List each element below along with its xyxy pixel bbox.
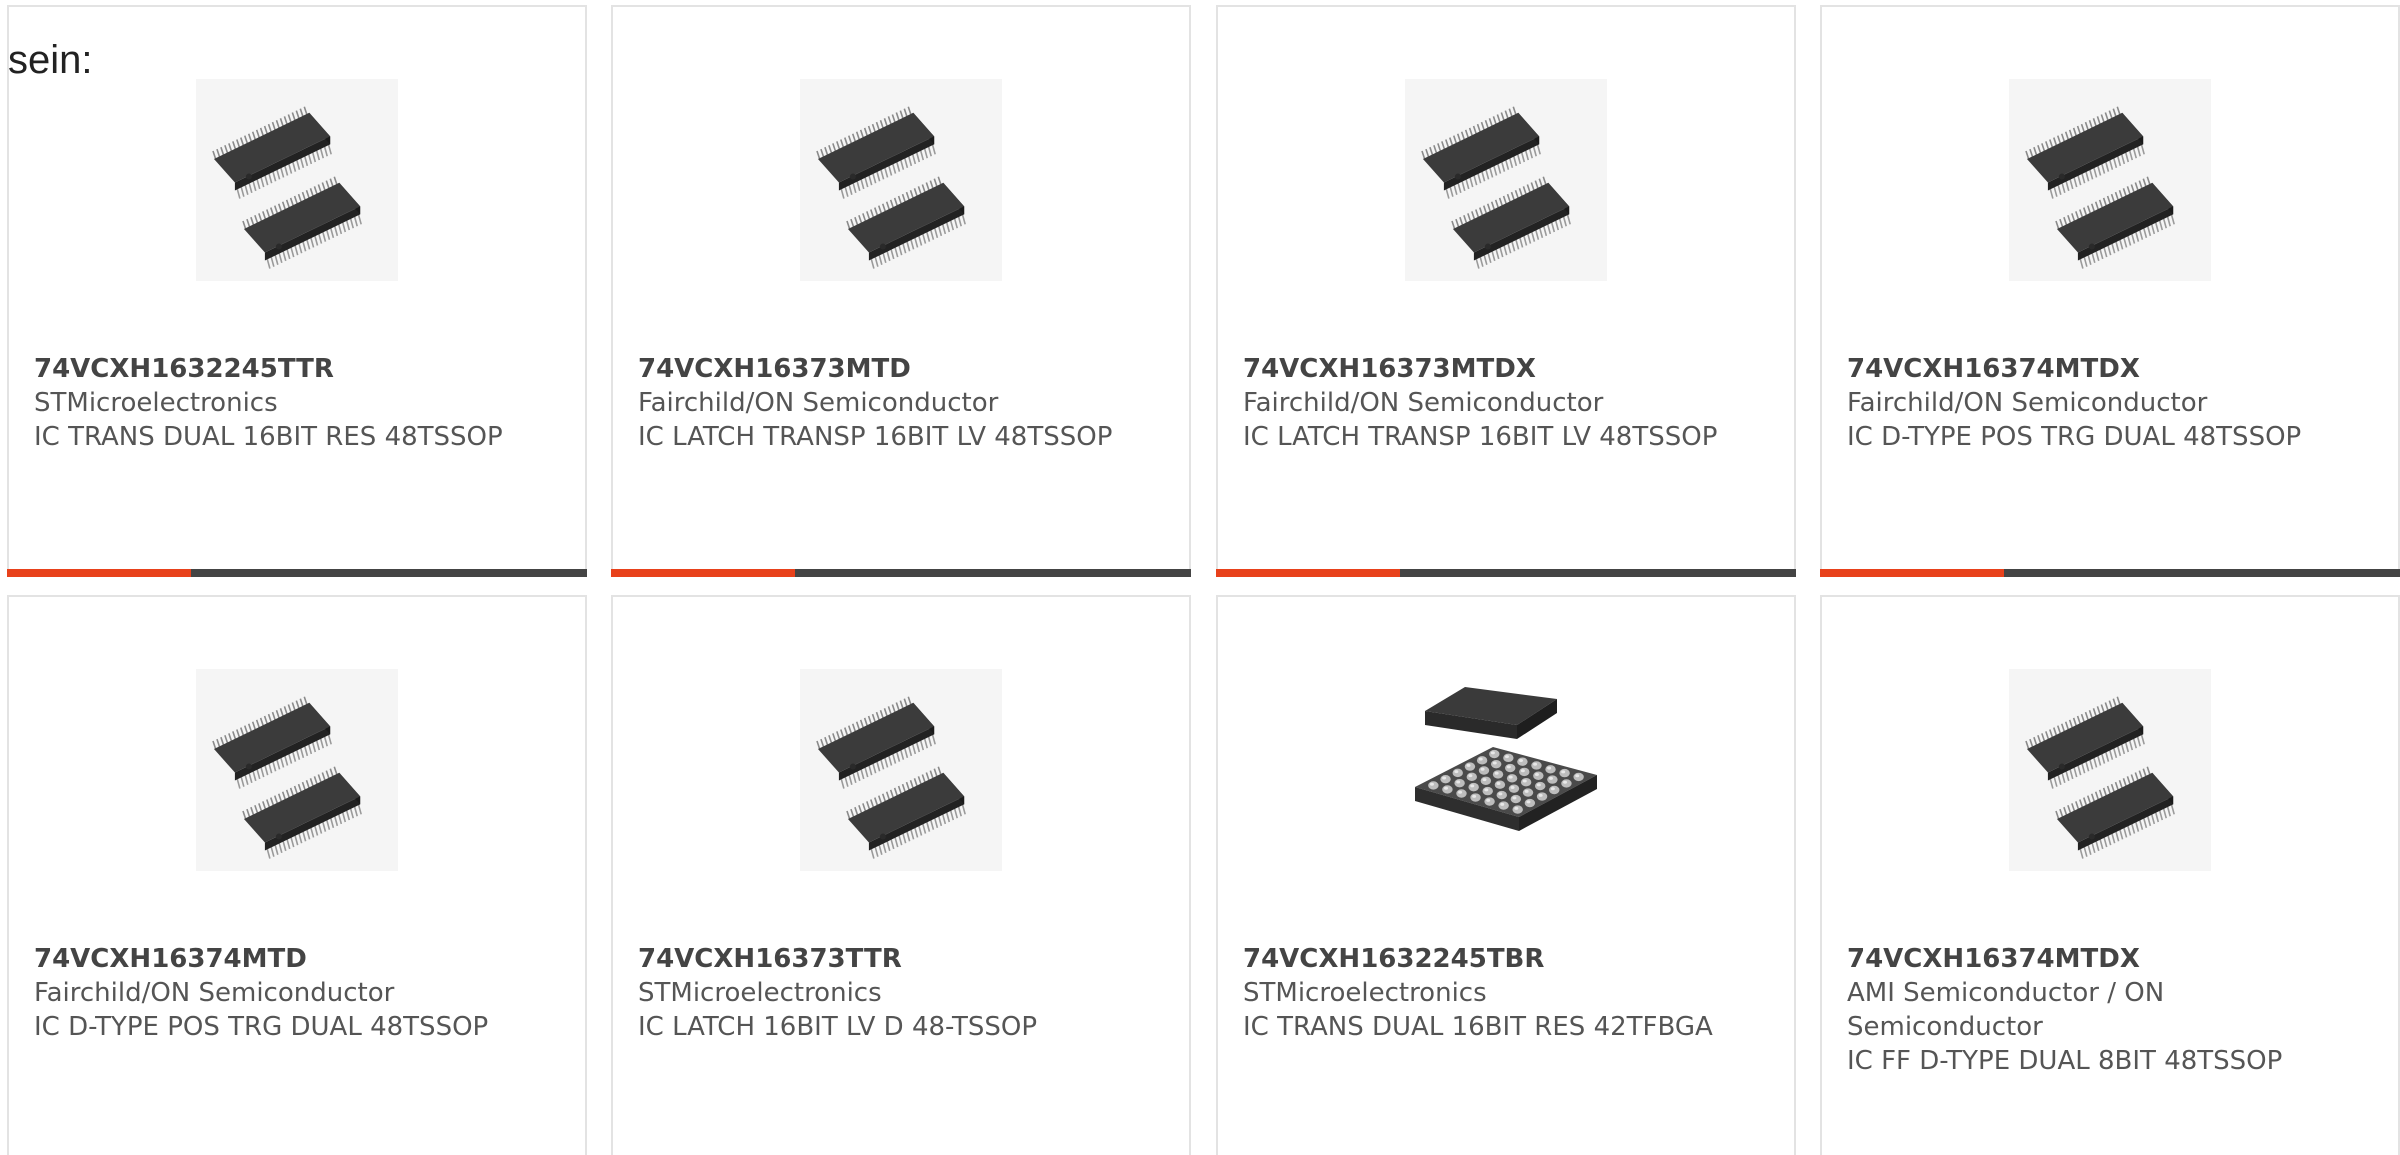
manufacturer-name: STMicroelectronics bbox=[1243, 978, 1487, 1008]
tssop-package-image[interactable] bbox=[2009, 79, 2211, 281]
tssop-package-image[interactable] bbox=[1405, 79, 1607, 281]
tssop-package-image[interactable] bbox=[800, 79, 1002, 281]
manufacturer-name: Fairchild/ON Semiconductor bbox=[34, 978, 395, 1008]
product-card[interactable]: 74VCXH16373MTD Fairchild/ON Semiconducto… bbox=[611, 5, 1191, 577]
product-description: IC LATCH 16BIT LV D 48-TSSOP bbox=[638, 1012, 1038, 1042]
bga-package-image[interactable] bbox=[1405, 669, 1607, 871]
part-number-link[interactable]: 74VCXH1632245TTR bbox=[34, 352, 554, 386]
manufacturer-name: Fairchild/ON Semiconductor bbox=[1243, 388, 1604, 418]
product-info: 74VCXH16373MTD Fairchild/ON Semiconducto… bbox=[638, 352, 1158, 454]
product-grid: 74VCXH1632245TTR STMicroelectronics IC T… bbox=[0, 0, 2400, 1155]
tssop-package-image[interactable] bbox=[2009, 669, 2211, 871]
product-description: IC D-TYPE POS TRG DUAL 48TSSOP bbox=[34, 1012, 489, 1042]
product-card[interactable]: 74VCXH16374MTDX Fairchild/ON Semiconduct… bbox=[1820, 5, 2400, 577]
product-info: 74VCXH1632245TTR STMicroelectronics IC T… bbox=[34, 352, 554, 454]
product-card[interactable]: 74VCXH16373TTR STMicroelectronics IC LAT… bbox=[611, 595, 1191, 1155]
part-number-link[interactable]: 74VCXH1632245TBR bbox=[1243, 942, 1763, 976]
product-description: IC LATCH TRANSP 16BIT LV 48TSSOP bbox=[638, 422, 1113, 452]
card-accent-bar bbox=[611, 569, 795, 577]
manufacturer-name: AMI Semiconductor / ON Semiconductor bbox=[1847, 978, 2165, 1042]
product-info: 74VCXH1632245TBR STMicroelectronics IC T… bbox=[1243, 942, 1763, 1044]
product-info: 74VCXH16373MTDX Fairchild/ON Semiconduct… bbox=[1243, 352, 1763, 454]
tssop-package-image[interactable] bbox=[800, 669, 1002, 871]
manufacturer-name: Fairchild/ON Semiconductor bbox=[638, 388, 999, 418]
part-number-link[interactable]: 74VCXH16374MTDX bbox=[1847, 352, 2367, 386]
manufacturer-name: STMicroelectronics bbox=[34, 388, 278, 418]
card-accent-bar bbox=[1216, 569, 1400, 577]
part-number-link[interactable]: 74VCXH16374MTDX bbox=[1847, 942, 2367, 976]
product-card[interactable]: 74VCXH1632245TTR STMicroelectronics IC T… bbox=[7, 5, 587, 577]
manufacturer-name: Fairchild/ON Semiconductor bbox=[1847, 388, 2208, 418]
product-description: IC FF D-TYPE DUAL 8BIT 48TSSOP bbox=[1847, 1046, 2283, 1076]
product-listing-page: sein: 74VCXH1632245TTR STMicroelectronic… bbox=[0, 0, 2400, 1155]
tssop-package-image[interactable] bbox=[196, 669, 398, 871]
product-card[interactable]: 74VCXH1632245TBR STMicroelectronics IC T… bbox=[1216, 595, 1796, 1155]
card-accent-bar bbox=[7, 569, 191, 577]
product-description: IC D-TYPE POS TRG DUAL 48TSSOP bbox=[1847, 422, 2302, 452]
product-card[interactable]: 74VCXH16374MTD Fairchild/ON Semiconducto… bbox=[7, 595, 587, 1155]
product-info: 74VCXH16373TTR STMicroelectronics IC LAT… bbox=[638, 942, 1158, 1044]
part-number-link[interactable]: 74VCXH16374MTD bbox=[34, 942, 554, 976]
tssop-package-image[interactable] bbox=[196, 79, 398, 281]
card-bottom-bar bbox=[611, 569, 1191, 577]
part-number-link[interactable]: 74VCXH16373MTD bbox=[638, 352, 1158, 386]
product-description: IC TRANS DUAL 16BIT RES 48TSSOP bbox=[34, 422, 503, 452]
part-number-link[interactable]: 74VCXH16373MTDX bbox=[1243, 352, 1763, 386]
intro-text: sein: bbox=[8, 38, 93, 82]
product-description: IC TRANS DUAL 16BIT RES 42TFBGA bbox=[1243, 1012, 1713, 1042]
product-info: 74VCXH16374MTDX Fairchild/ON Semiconduct… bbox=[1847, 352, 2367, 454]
manufacturer-name: STMicroelectronics bbox=[638, 978, 882, 1008]
product-description: IC LATCH TRANSP 16BIT LV 48TSSOP bbox=[1243, 422, 1718, 452]
card-bottom-bar bbox=[7, 569, 587, 577]
card-accent-bar bbox=[1820, 569, 2004, 577]
product-card[interactable]: 74VCXH16373MTDX Fairchild/ON Semiconduct… bbox=[1216, 5, 1796, 577]
product-info: 74VCXH16374MTDX AMI Semiconductor / ON S… bbox=[1847, 942, 2367, 1078]
product-card[interactable]: 74VCXH16374MTDX AMI Semiconductor / ON S… bbox=[1820, 595, 2400, 1155]
card-bottom-bar bbox=[1820, 569, 2400, 577]
card-bottom-bar bbox=[1216, 569, 1796, 577]
part-number-link[interactable]: 74VCXH16373TTR bbox=[638, 942, 1158, 976]
product-info: 74VCXH16374MTD Fairchild/ON Semiconducto… bbox=[34, 942, 554, 1044]
